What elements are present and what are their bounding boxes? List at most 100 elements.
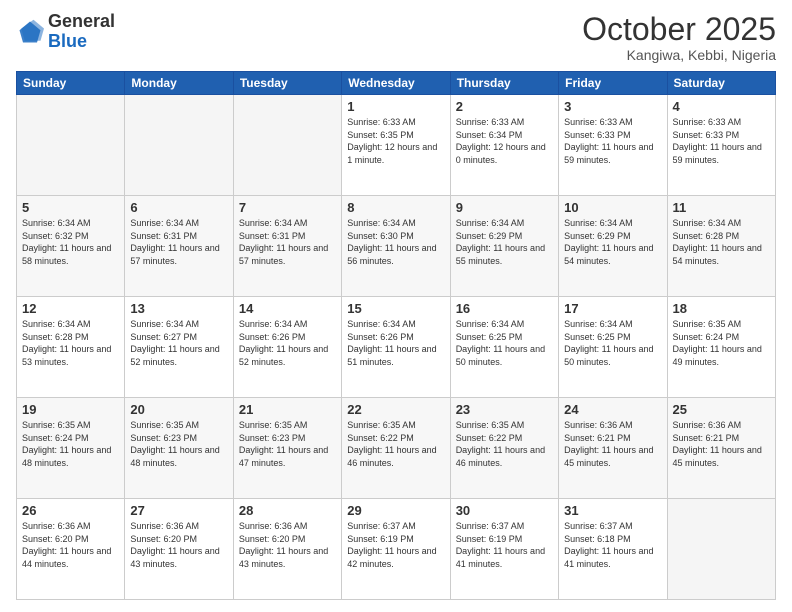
calendar-cell: 6 Sunrise: 6:34 AMSunset: 6:31 PMDaylight… — [125, 196, 233, 297]
day-detail: Sunrise: 6:34 AMSunset: 6:31 PMDaylight:… — [239, 217, 336, 267]
day-number: 3 — [564, 99, 661, 114]
calendar-cell: 4Sunrise: 6:33 AMSunset: 6:33 PMDaylight… — [667, 95, 775, 196]
logo-general: General — [48, 11, 115, 31]
calendar-cell — [125, 95, 233, 196]
day-detail: Sunrise: 6:33 AMSunset: 6:35 PMDaylight:… — [347, 116, 444, 166]
calendar-cell: 26 Sunrise: 6:36 AMSunset: 6:20 PMDayligh… — [17, 499, 125, 600]
day-number: 4 — [673, 99, 770, 114]
calendar-cell: 13 Sunrise: 6:34 AMSunset: 6:27 PMDayligh… — [125, 297, 233, 398]
calendar-cell: 27Sunrise: 6:36 AMSunset: 6:20 PMDayligh… — [125, 499, 233, 600]
day-number: 28 — [239, 503, 336, 518]
calendar-cell: 2Sunrise: 6:33 AMSunset: 6:34 PMDaylight… — [450, 95, 558, 196]
calendar-cell: 9 Sunrise: 6:34 AMSunset: 6:29 PMDaylight… — [450, 196, 558, 297]
day-detail: Sunrise: 6:36 AMSunset: 6:20 PMDaylight:… — [130, 520, 227, 570]
calendar-table: SundayMondayTuesdayWednesdayThursdayFrid… — [16, 71, 776, 600]
day-number: 2 — [456, 99, 553, 114]
calendar-cell: 30 Sunrise: 6:37 AMSunset: 6:19 PMDayligh… — [450, 499, 558, 600]
calendar-week-4: 19 Sunrise: 6:35 AMSunset: 6:24 PMDayligh… — [17, 398, 776, 499]
day-number: 26 — [22, 503, 119, 518]
calendar-cell: 8 Sunrise: 6:34 AMSunset: 6:30 PMDaylight… — [342, 196, 450, 297]
day-number: 6 — [130, 200, 227, 215]
calendar-cell: 25 Sunrise: 6:36 AMSunset: 6:21 PMDayligh… — [667, 398, 775, 499]
title-block: October 2025 Kangiwa, Kebbi, Nigeria — [582, 12, 776, 63]
day-detail: Sunrise: 6:37 AMSunset: 6:19 PMDaylight:… — [347, 520, 444, 570]
logo-blue: Blue — [48, 31, 87, 51]
calendar-cell: 19 Sunrise: 6:35 AMSunset: 6:24 PMDayligh… — [17, 398, 125, 499]
day-detail: Sunrise: 6:34 AMSunset: 6:29 PMDaylight:… — [456, 217, 553, 267]
day-detail: Sunrise: 6:35 AMSunset: 6:22 PMDaylight:… — [456, 419, 553, 469]
day-detail: Sunrise: 6:34 AMSunset: 6:27 PMDaylight:… — [130, 318, 227, 368]
location-subtitle: Kangiwa, Kebbi, Nigeria — [582, 47, 776, 63]
weekday-header-tuesday: Tuesday — [233, 72, 341, 95]
day-detail: Sunrise: 6:35 AMSunset: 6:23 PMDaylight:… — [130, 419, 227, 469]
calendar-cell: 21 Sunrise: 6:35 AMSunset: 6:23 PMDayligh… — [233, 398, 341, 499]
calendar-cell: 14Sunrise: 6:34 AMSunset: 6:26 PMDayligh… — [233, 297, 341, 398]
calendar-cell: 20 Sunrise: 6:35 AMSunset: 6:23 PMDayligh… — [125, 398, 233, 499]
day-number: 29 — [347, 503, 444, 518]
day-number: 11 — [673, 200, 770, 215]
day-number: 10 — [564, 200, 661, 215]
day-number: 8 — [347, 200, 444, 215]
calendar-cell: 16 Sunrise: 6:34 AMSunset: 6:25 PMDayligh… — [450, 297, 558, 398]
weekday-header-row: SundayMondayTuesdayWednesdayThursdayFrid… — [17, 72, 776, 95]
calendar-week-3: 12 Sunrise: 6:34 AMSunset: 6:28 PMDayligh… — [17, 297, 776, 398]
calendar-cell: 24Sunrise: 6:36 AMSunset: 6:21 PMDayligh… — [559, 398, 667, 499]
day-number: 9 — [456, 200, 553, 215]
calendar-cell: 15 Sunrise: 6:34 AMSunset: 6:26 PMDayligh… — [342, 297, 450, 398]
day-number: 23 — [456, 402, 553, 417]
day-detail: Sunrise: 6:34 AMSunset: 6:29 PMDaylight:… — [564, 217, 661, 267]
calendar-week-5: 26 Sunrise: 6:36 AMSunset: 6:20 PMDayligh… — [17, 499, 776, 600]
day-detail: Sunrise: 6:34 AMSunset: 6:31 PMDaylight:… — [130, 217, 227, 267]
day-detail: Sunrise: 6:35 AMSunset: 6:22 PMDaylight:… — [347, 419, 444, 469]
day-detail: Sunrise: 6:34 AMSunset: 6:25 PMDaylight:… — [456, 318, 553, 368]
day-number: 30 — [456, 503, 553, 518]
day-number: 19 — [22, 402, 119, 417]
day-detail: Sunrise: 6:36 AMSunset: 6:20 PMDaylight:… — [239, 520, 336, 570]
day-detail: Sunrise: 6:37 AMSunset: 6:18 PMDaylight:… — [564, 520, 661, 570]
day-detail: Sunrise: 6:34 AMSunset: 6:32 PMDaylight:… — [22, 217, 119, 267]
day-detail: Sunrise: 6:34 AMSunset: 6:30 PMDaylight:… — [347, 217, 444, 267]
calendar-week-1: 1Sunrise: 6:33 AMSunset: 6:35 PMDaylight… — [17, 95, 776, 196]
page: General Blue October 2025 Kangiwa, Kebbi… — [0, 0, 792, 612]
day-number: 25 — [673, 402, 770, 417]
day-number: 12 — [22, 301, 119, 316]
day-number: 14 — [239, 301, 336, 316]
day-number: 22 — [347, 402, 444, 417]
day-number: 15 — [347, 301, 444, 316]
calendar-cell: 12 Sunrise: 6:34 AMSunset: 6:28 PMDayligh… — [17, 297, 125, 398]
logo-text: General Blue — [48, 12, 115, 52]
weekday-header-sunday: Sunday — [17, 72, 125, 95]
day-detail: Sunrise: 6:37 AMSunset: 6:19 PMDaylight:… — [456, 520, 553, 570]
calendar-cell — [233, 95, 341, 196]
day-detail: Sunrise: 6:35 AMSunset: 6:24 PMDaylight:… — [22, 419, 119, 469]
day-number: 18 — [673, 301, 770, 316]
calendar-cell: 7Sunrise: 6:34 AMSunset: 6:31 PMDaylight… — [233, 196, 341, 297]
calendar-cell: 3Sunrise: 6:33 AMSunset: 6:33 PMDaylight… — [559, 95, 667, 196]
calendar-week-2: 5 Sunrise: 6:34 AMSunset: 6:32 PMDaylight… — [17, 196, 776, 297]
header: General Blue October 2025 Kangiwa, Kebbi… — [16, 12, 776, 63]
weekday-header-wednesday: Wednesday — [342, 72, 450, 95]
day-detail: Sunrise: 6:36 AMSunset: 6:21 PMDaylight:… — [564, 419, 661, 469]
day-detail: Sunrise: 6:36 AMSunset: 6:21 PMDaylight:… — [673, 419, 770, 469]
weekday-header-monday: Monday — [125, 72, 233, 95]
calendar-cell: 31Sunrise: 6:37 AMSunset: 6:18 PMDayligh… — [559, 499, 667, 600]
month-title: October 2025 — [582, 12, 776, 47]
calendar-cell: 28 Sunrise: 6:36 AMSunset: 6:20 PMDayligh… — [233, 499, 341, 600]
day-detail: Sunrise: 6:35 AMSunset: 6:23 PMDaylight:… — [239, 419, 336, 469]
calendar-cell: 29 Sunrise: 6:37 AMSunset: 6:19 PMDayligh… — [342, 499, 450, 600]
day-detail: Sunrise: 6:34 AMSunset: 6:28 PMDaylight:… — [673, 217, 770, 267]
day-number: 21 — [239, 402, 336, 417]
calendar-cell — [17, 95, 125, 196]
logo: General Blue — [16, 12, 115, 52]
day-number: 20 — [130, 402, 227, 417]
weekday-header-friday: Friday — [559, 72, 667, 95]
day-detail: Sunrise: 6:34 AMSunset: 6:26 PMDaylight:… — [347, 318, 444, 368]
day-number: 5 — [22, 200, 119, 215]
calendar-cell: 23 Sunrise: 6:35 AMSunset: 6:22 PMDayligh… — [450, 398, 558, 499]
calendar-cell — [667, 499, 775, 600]
day-number: 16 — [456, 301, 553, 316]
calendar-cell: 5 Sunrise: 6:34 AMSunset: 6:32 PMDaylight… — [17, 196, 125, 297]
day-detail: Sunrise: 6:34 AMSunset: 6:28 PMDaylight:… — [22, 318, 119, 368]
day-number: 13 — [130, 301, 227, 316]
day-detail: Sunrise: 6:36 AMSunset: 6:20 PMDaylight:… — [22, 520, 119, 570]
